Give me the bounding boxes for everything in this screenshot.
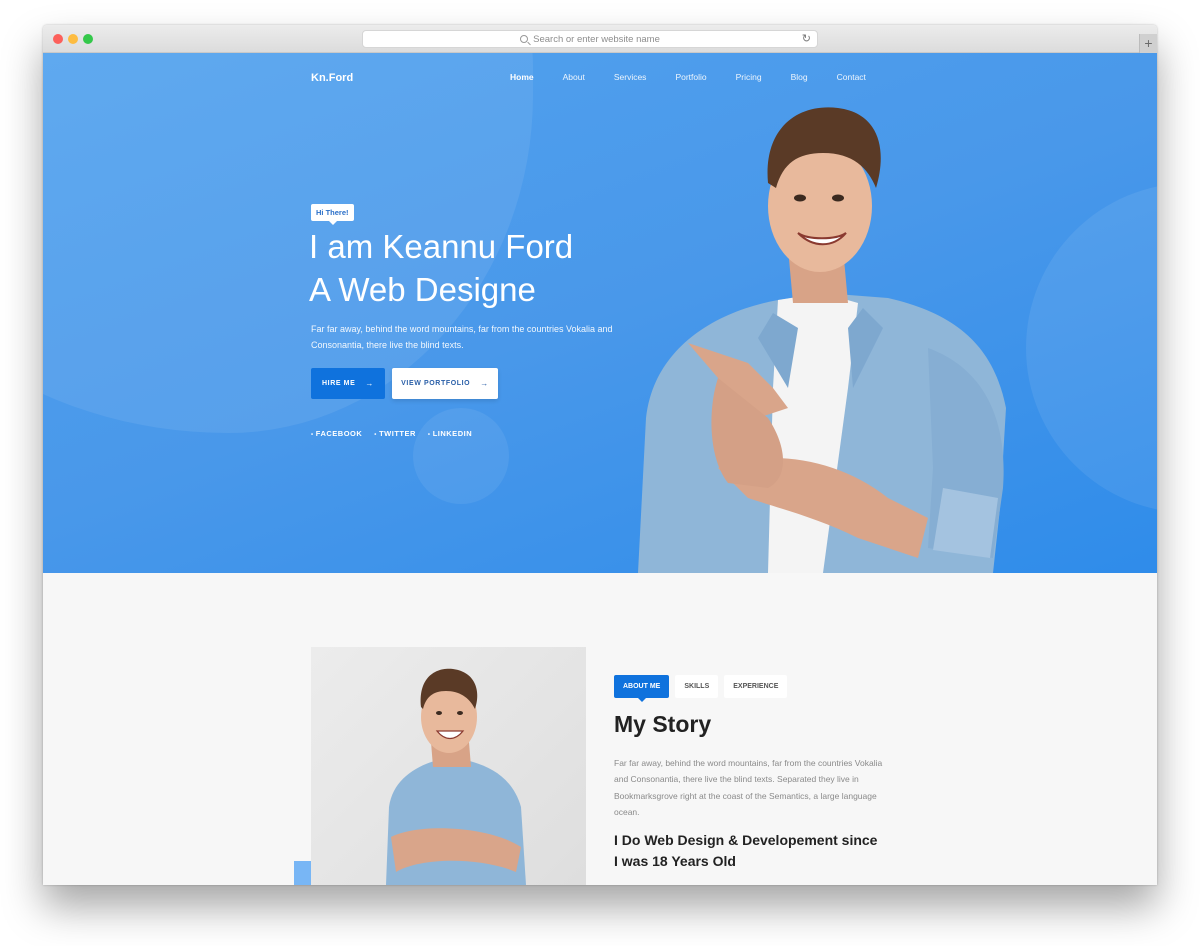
arrow-right-icon: → xyxy=(365,379,374,388)
hero-title: I am Keannu Ford A Web Designe xyxy=(309,225,573,311)
browser-window: Search or enter website name ↻ + Kn.Ford… xyxy=(43,25,1157,885)
greeting-badge: Hi There! xyxy=(311,204,354,225)
facebook-link[interactable]: FACEBOOK xyxy=(311,429,362,438)
hero-title-line1: I am Keannu Ford xyxy=(309,228,574,265)
decorative-circle xyxy=(413,408,509,504)
nav-home[interactable]: Home xyxy=(510,72,534,82)
hire-me-button[interactable]: HIRE ME → xyxy=(311,368,385,399)
minimize-window-button[interactable] xyxy=(68,34,78,44)
new-tab-button[interactable]: + xyxy=(1139,34,1157,53)
hero-description: Far far away, behind the word mountains,… xyxy=(311,324,613,350)
maximize-window-button[interactable] xyxy=(83,34,93,44)
browser-titlebar: Search or enter website name ↻ + xyxy=(43,25,1157,53)
view-portfolio-button[interactable]: VIEW PORTFOLIO → xyxy=(392,368,498,399)
reload-icon[interactable]: ↻ xyxy=(802,32,811,45)
linkedin-link[interactable]: LINKEDIN xyxy=(428,429,472,438)
tab-about-me[interactable]: ABOUT ME xyxy=(614,675,670,702)
nav-services[interactable]: Services xyxy=(614,72,647,82)
plus-icon: + xyxy=(1144,35,1153,51)
arrow-right-icon: → xyxy=(480,379,489,388)
portrait-illustration xyxy=(386,668,526,885)
social-links: FACEBOOK TWITTER LINKEDIN xyxy=(311,429,484,438)
about-section: ABOUT ME SKILLS EXPERIENCE My Story Far … xyxy=(43,573,1157,885)
close-window-button[interactable] xyxy=(53,34,63,44)
about-subtitle: I Do Web Design & Developement since I w… xyxy=(614,832,878,869)
main-nav: Home About Services Portfolio Pricing Bl… xyxy=(510,72,866,82)
tab-skills[interactable]: SKILLS xyxy=(675,675,719,698)
tab-experience[interactable]: EXPERIENCE xyxy=(724,675,788,698)
decorative-accent xyxy=(294,861,311,885)
nav-portfolio[interactable]: Portfolio xyxy=(675,72,706,82)
hero-section: Kn.Ford Home About Services Portfolio Pr… xyxy=(43,53,1157,573)
address-placeholder: Search or enter website name xyxy=(533,33,660,45)
twitter-link[interactable]: TWITTER xyxy=(374,429,416,438)
nav-about[interactable]: About xyxy=(563,72,585,82)
hero-portrait-image xyxy=(638,107,1006,573)
about-title: My Story xyxy=(614,711,712,737)
hire-me-label: HIRE ME xyxy=(322,380,356,387)
site-logo[interactable]: Kn.Ford xyxy=(311,72,353,84)
address-bar[interactable]: Search or enter website name ↻ xyxy=(362,30,818,48)
nav-pricing[interactable]: Pricing xyxy=(736,72,762,82)
nav-contact[interactable]: Contact xyxy=(837,72,866,82)
view-portfolio-label: VIEW PORTFOLIO xyxy=(401,380,471,387)
about-portrait-image xyxy=(311,647,586,885)
nav-blog[interactable]: Blog xyxy=(791,72,808,82)
hero-title-line2: A Web Designe xyxy=(309,271,536,308)
search-icon xyxy=(520,35,529,43)
about-tabs: ABOUT ME SKILLS EXPERIENCE xyxy=(614,675,793,702)
decorative-circle xyxy=(1026,183,1157,513)
about-description: Far far away, behind the word mountains,… xyxy=(614,758,883,817)
